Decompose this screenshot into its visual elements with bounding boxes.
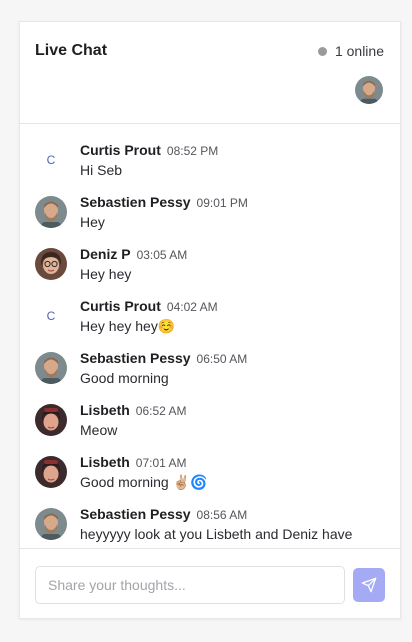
message-item: Lisbeth 06:52 AM Meow	[35, 402, 390, 450]
user-avatar	[35, 404, 67, 436]
message-text: Hey hey hey☺️	[80, 318, 176, 334]
message-item: C Curtis Prout 08:52 PM Hi Seb	[35, 142, 390, 190]
message-item: Lisbeth 07:01 AM Good morning ✌🏼🌀	[35, 454, 390, 502]
message-author: Sebastien Pessy	[80, 194, 191, 210]
online-dot-icon	[317, 46, 327, 56]
message-author: Curtis Prout	[80, 298, 161, 314]
send-icon	[361, 577, 377, 593]
message-time: 06:50 AM	[196, 352, 248, 366]
online-user-avatar[interactable]	[355, 76, 383, 104]
message-time: 07:01 AM	[135, 456, 187, 470]
message-item: Sebastien Pessy 06:50 AM Good morning	[35, 350, 390, 398]
message-header: Curtis Prout 04:02 AM	[80, 298, 218, 316]
online-count: 1 online	[334, 43, 384, 59]
online-status: 1 online	[317, 43, 384, 59]
letter-avatar: C	[46, 153, 56, 167]
message-text: Hey hey	[80, 266, 132, 282]
letter-avatar: C	[46, 309, 56, 323]
live-chat-panel: Live Chat 1 online C Curtis Prout 08:52 P…	[19, 21, 401, 619]
message-author: Sebastien Pessy	[80, 350, 191, 366]
message-author: Lisbeth	[80, 454, 130, 470]
message-item: Deniz P 03:05 AM Hey hey	[35, 246, 390, 294]
message-list[interactable]: C Curtis Prout 08:52 PM Hi Seb Sebastien …	[20, 124, 400, 548]
message-header: Deniz P 03:05 AM	[80, 246, 187, 264]
avatar-sebastien-icon	[35, 196, 67, 228]
message-author: Deniz P	[80, 246, 131, 262]
user-avatar	[35, 508, 67, 540]
message-input[interactable]	[35, 566, 345, 604]
message-header: Lisbeth 06:52 AM	[80, 402, 186, 420]
send-button[interactable]	[353, 568, 385, 602]
user-avatar	[35, 352, 67, 384]
message-time: 09:01 PM	[196, 196, 248, 210]
message-header: Sebastien Pessy 09:01 PM	[80, 194, 248, 212]
message-item: Sebastien Pessy 09:01 PM Hey	[35, 194, 390, 242]
message-author: Lisbeth	[80, 402, 130, 418]
user-avatar	[35, 456, 67, 488]
avatar-sebastien-icon	[35, 352, 67, 384]
avatar-deniz-icon	[35, 248, 67, 280]
user-avatar-icon	[355, 76, 383, 104]
message-text: Hi Seb	[80, 162, 123, 178]
message-text: heyyyyy look at you Lisbeth and Deniz ha…	[80, 526, 353, 542]
message-text: Good morning	[80, 370, 169, 386]
message-text: Good morning ✌🏼🌀	[80, 474, 208, 490]
avatar-lisbeth-icon	[35, 456, 67, 488]
message-text: Meow	[80, 422, 118, 438]
avatar-lisbeth-icon	[35, 404, 67, 436]
message-header: Sebastien Pessy 08:56 AM	[80, 506, 247, 524]
message-time: 08:56 AM	[196, 508, 248, 522]
message-header: Lisbeth 07:01 AM	[80, 454, 186, 472]
message-time: 08:52 PM	[166, 144, 219, 158]
message-header: Sebastien Pessy 06:50 AM	[80, 350, 247, 368]
avatar-sebastien-icon	[35, 508, 67, 540]
chat-title: Live Chat	[35, 42, 108, 59]
message-time: 03:05 AM	[136, 248, 188, 262]
user-avatar	[35, 196, 67, 228]
message-composer	[20, 548, 400, 621]
message-author: Curtis Prout	[80, 142, 161, 158]
user-avatar	[35, 248, 67, 280]
message-time: 06:52 AM	[135, 404, 187, 418]
message-time: 04:02 AM	[166, 300, 218, 314]
message-author: Sebastien Pessy	[80, 506, 191, 522]
message-item: C Curtis Prout 04:02 AM Hey hey hey☺️	[35, 298, 390, 346]
message-text: Hey	[80, 214, 105, 230]
message-item: Sebastien Pessy 08:56 AM heyyyyy look at …	[35, 506, 390, 548]
message-header: Curtis Prout 08:52 PM	[80, 142, 218, 160]
chat-header: Live Chat 1 online	[20, 22, 400, 124]
